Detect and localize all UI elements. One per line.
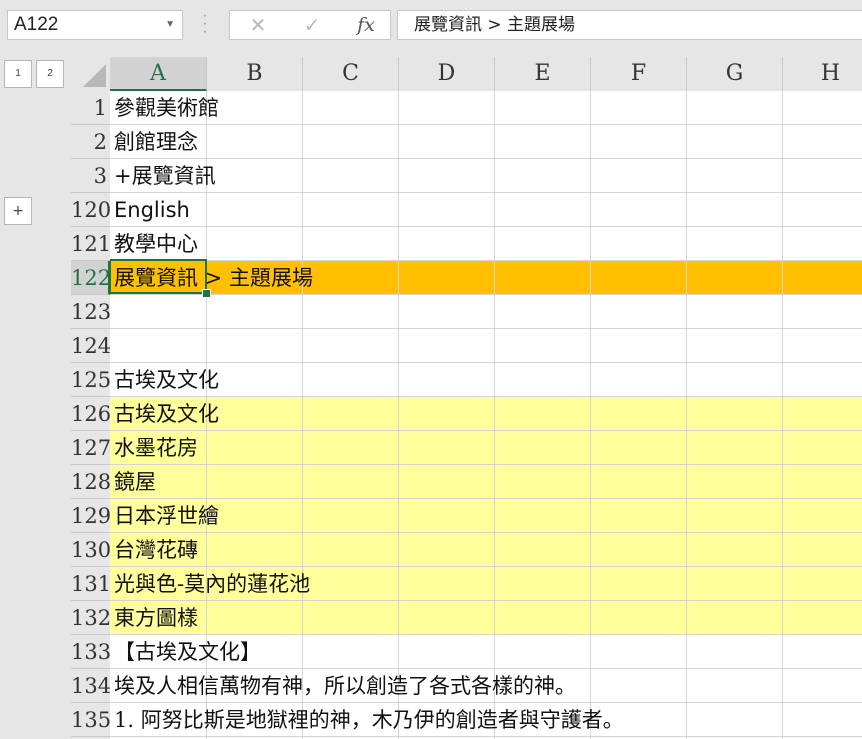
grid-row-line [110,498,862,499]
table-row: 教學中心 [110,227,862,261]
cell-a-text[interactable]: English [114,193,190,227]
formula-buttons: ✕ ✓ fx [229,10,391,40]
column-header-h[interactable]: H [783,57,862,91]
table-row: 日本浮世繪 [110,499,862,533]
table-row: 鏡屋 [110,465,862,499]
enter-icon[interactable]: ✓ [292,11,332,39]
table-row: 水墨花房 [110,431,862,465]
grid-row-line [110,362,862,363]
cell-a-text[interactable]: 古埃及文化 [114,363,219,397]
grid-column-line [590,91,591,739]
cell-a-text[interactable]: 創館理念 [114,125,198,159]
outline-level-1-button[interactable]: 1 [4,60,32,88]
grid-row-line [110,226,862,227]
row-header[interactable]: 3 [71,159,110,193]
grid-column-line [782,91,783,739]
table-row: 埃及人相信萬物有神，所以創造了各式各樣的神。 [110,669,862,703]
row-header[interactable]: 1 [71,91,110,125]
row-header[interactable]: 129 [71,499,111,533]
table-row [110,329,862,363]
fill-handle[interactable] [202,289,211,298]
table-row: 光與色-莫內的蓮花池 [110,567,862,601]
table-row: 台灣花磚 [110,533,862,567]
column-header-a[interactable]: A [110,57,207,91]
table-row: 【古埃及文化】 [110,635,862,669]
formula-input[interactable]: 展覽資訊 > 主題展場 [397,10,862,40]
grid-column-line [686,91,687,739]
table-row: English [110,193,862,227]
column-header-e[interactable]: E [495,57,591,91]
chevron-down-icon[interactable]: ▼ [165,11,175,39]
cell-a-text[interactable]: 古埃及文化 [114,397,219,431]
grid-row-line [110,158,862,159]
row-header[interactable]: 127 [71,431,111,465]
column-header-d[interactable]: D [399,57,495,91]
row-header[interactable]: 123 [71,295,111,329]
column-header-f[interactable]: F [591,57,687,91]
cell-a-text[interactable]: 光與色-莫內的蓮花池 [114,567,310,601]
row-header[interactable]: 131 [71,567,111,601]
drag-handle-icon[interactable]: · · · [200,8,210,40]
formula-bar: A122 ▼ · · · ✕ ✓ fx 展覽資訊 > 主題展場 [0,0,862,52]
select-all-icon [83,64,106,87]
grid-column-line [494,91,495,739]
row-header[interactable]: 125 [71,363,111,397]
table-row: 展覽資訊 > 主題展場 [110,261,862,295]
cell-grid[interactable]: 參觀美術館 創館理念 +展覽資訊 English 教學中心 展覽資訊 > 主題展場 古埃及文… [110,91,862,739]
cell-a-text[interactable]: 1. 阿努比斯是地獄裡的神，木乃伊的創造者與守護者。 [114,703,624,737]
row-header[interactable]: 132 [71,601,111,635]
row-header[interactable]: 122 [71,261,111,295]
grid-row-line [110,430,862,431]
table-row: 東方圖樣 [110,601,862,635]
grid-column-line [302,91,303,739]
row-header[interactable]: 121 [71,227,111,261]
table-row: 古埃及文化 [110,363,862,397]
cell-a-text[interactable]: 水墨花房 [114,431,198,465]
outline-level-2-button[interactable]: 2 [36,60,64,88]
row-header[interactable]: 135 [71,703,111,737]
table-row: +展覽資訊 [110,159,862,193]
row-header[interactable]: 124 [71,329,111,363]
cell-a-text[interactable]: 【古埃及文化】 [114,635,261,669]
column-header-g[interactable]: G [687,57,783,91]
table-row [110,295,862,329]
cell-a-text[interactable]: 展覽資訊 > 主題展場 [114,261,313,295]
grid-row-line [110,328,862,329]
grid-row-line [110,396,862,397]
grid-row-line [110,464,862,465]
grid-row-line [110,532,862,533]
insert-function-icon[interactable]: fx [346,11,386,39]
row-header[interactable]: 126 [71,397,111,431]
table-row: 1. 阿努比斯是地獄裡的神，木乃伊的創造者與守護者。 [110,703,862,737]
expand-group-button[interactable]: + [4,197,32,225]
cell-a-text[interactable]: 鏡屋 [114,465,156,499]
cell-a-text[interactable]: 教學中心 [114,227,198,261]
row-header[interactable]: 120 [71,193,111,227]
row-header[interactable]: 133 [71,635,111,669]
row-header[interactable]: 128 [71,465,111,499]
cell-a-text[interactable]: +展覽資訊 [114,159,216,193]
column-header-c[interactable]: C [303,57,399,91]
grid-column-line [398,91,399,739]
cell-a-text[interactable]: 東方圖樣 [114,601,198,635]
cell-a-text[interactable]: 日本浮世繪 [114,499,219,533]
row-header[interactable]: 2 [71,125,110,159]
cancel-icon[interactable]: ✕ [238,11,278,39]
cell-a-text[interactable]: 埃及人相信萬物有神，所以創造了各式各樣的神。 [114,669,576,703]
outline-gutter: 1 2 + [0,52,71,739]
column-header-b[interactable]: B [207,57,303,91]
table-row: 創館理念 [110,125,862,159]
name-box-value: A122 [14,14,59,35]
row-header[interactable]: 134 [71,669,111,703]
grid-row-line [110,192,862,193]
row-header[interactable]: 130 [71,533,111,567]
table-row: 古埃及文化 [110,397,862,431]
name-box[interactable]: A122 ▼ [7,10,183,40]
select-all-corner[interactable] [71,57,110,91]
table-row: 參觀美術館 [110,91,862,125]
cell-a-text[interactable]: 參觀美術館 [114,91,219,125]
cell-a-text[interactable]: 台灣花磚 [114,533,198,567]
grid-row-line [110,124,862,125]
